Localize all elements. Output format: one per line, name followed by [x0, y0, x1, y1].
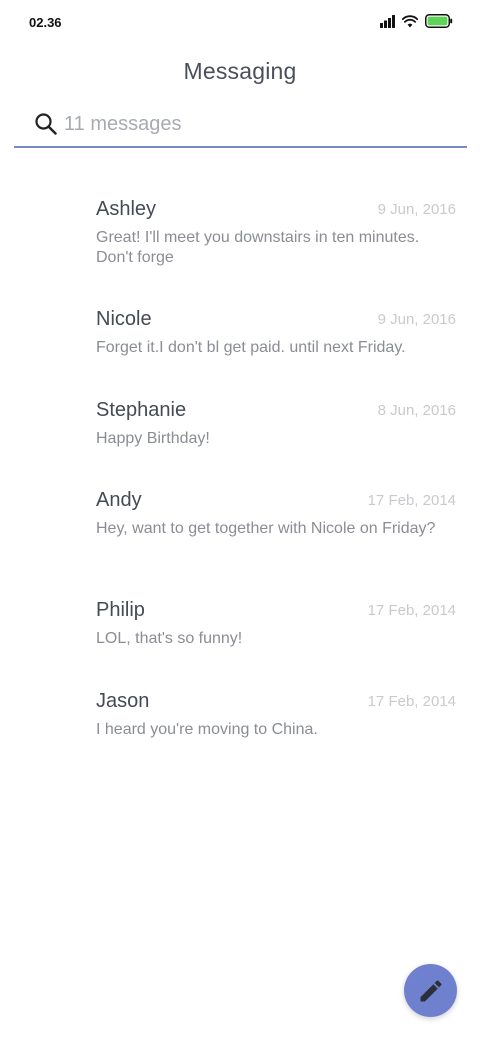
- message-date: 17 Feb, 2014: [367, 602, 456, 619]
- message-date: 17 Feb, 2014: [367, 693, 456, 710]
- compose-button[interactable]: [404, 964, 457, 1017]
- list-item[interactable]: Stephanie 8 Jun, 2016 Happy Birthday!: [96, 398, 456, 449]
- message-preview: LOL, that's so funny!: [96, 630, 243, 647]
- message-date: 9 Jun, 2016: [377, 311, 456, 328]
- search-icon[interactable]: [34, 112, 58, 136]
- battery-icon: [425, 14, 453, 28]
- status-icons: [380, 13, 453, 29]
- page-title: Messaging: [183, 58, 297, 84]
- signal-icon: [380, 14, 395, 28]
- search-input[interactable]: [64, 110, 444, 138]
- message-date: 17 Feb, 2014: [367, 492, 456, 509]
- messaging-screen: 02.36 Messaging 11 messages Ashley 9 Jun…: [0, 0, 480, 1040]
- message-preview: Great! I'll meet you downstairs in ten m…: [96, 229, 420, 266]
- pencil-icon: [420, 979, 442, 1001]
- list-item[interactable]: Nicole 9 Jun, 2016 Forget it.I don't bl …: [96, 307, 456, 358]
- wifi-icon: [402, 14, 418, 27]
- message-preview: Forget it.I don't bl get paid. until nex…: [96, 339, 406, 356]
- list-item[interactable]: Jason 17 Feb, 2014 I heard you're moving…: [96, 689, 456, 740]
- message-date: 8 Jun, 2016: [377, 402, 456, 419]
- list-item[interactable]: Andy 17 Feb, 2014 Hey, want to get toget…: [96, 488, 456, 539]
- list-item[interactable]: Philip 17 Feb, 2014 LOL, that's so funny…: [96, 598, 456, 649]
- status-bar: 02.36: [0, 0, 480, 44]
- search-bar[interactable]: [14, 104, 467, 148]
- message-date: 9 Jun, 2016: [377, 201, 456, 218]
- message-preview: Hey, want to get together with Nicole on…: [96, 520, 436, 537]
- message-preview: Happy Birthday!: [96, 430, 210, 447]
- list-item[interactable]: Ashley 9 Jun, 2016 Great! I'll meet you …: [96, 197, 456, 268]
- message-preview: I heard you're moving to China.: [96, 721, 318, 738]
- status-time: 02.36: [29, 15, 62, 30]
